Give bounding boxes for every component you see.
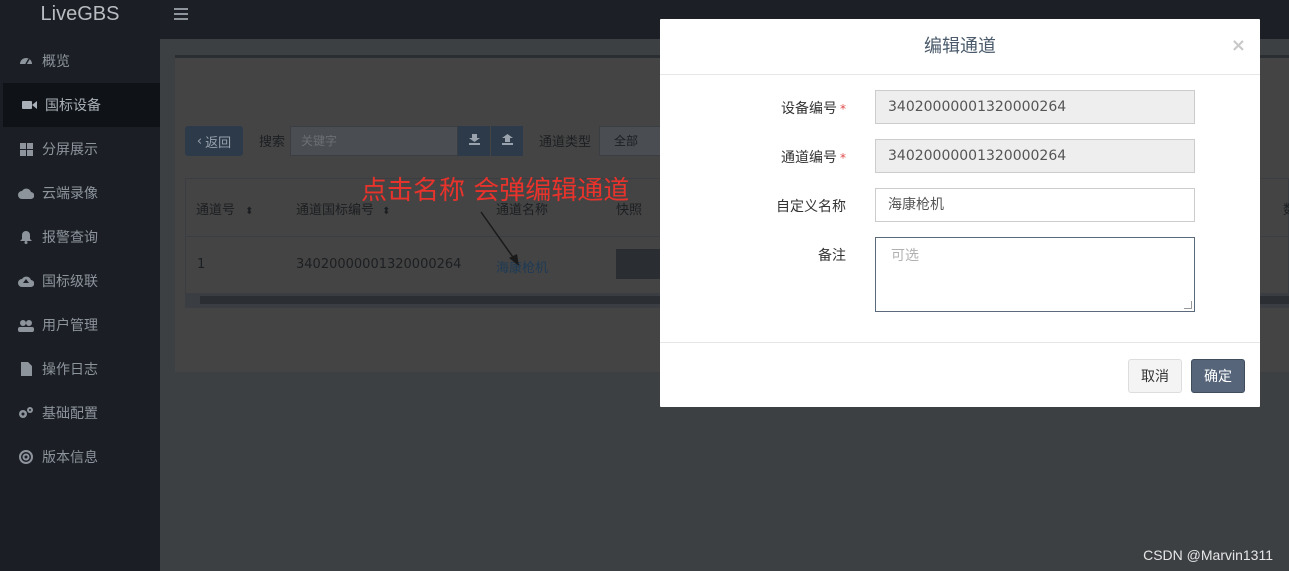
- resize-handle-icon[interactable]: [1184, 301, 1192, 309]
- device-id-label: 设备编号 *: [781, 101, 846, 117]
- watermark: CSDN @Marvin1311: [1143, 547, 1273, 563]
- sidebar-item-cloud-recording[interactable]: 云端录像: [0, 171, 160, 215]
- grid-icon: [18, 141, 34, 157]
- device-id-field: 34020000001320000264: [875, 90, 1195, 124]
- users-icon: [18, 317, 34, 333]
- sidebar-item-label: 云端录像: [42, 186, 98, 202]
- back-button[interactable]: ‹ 返回: [185, 126, 243, 156]
- confirm-button[interactable]: 确定: [1191, 359, 1245, 393]
- channel-type-select[interactable]: 全部: [599, 126, 669, 156]
- sidebar-item-version-info[interactable]: 版本信息: [0, 435, 160, 479]
- sidebar-item-label: 操作日志: [42, 362, 98, 378]
- sort-icon: ⬍: [245, 206, 254, 217]
- channel-id-label: 通道编号 *: [781, 150, 846, 166]
- brand-logo[interactable]: LiveGBS: [0, 0, 160, 39]
- modal-header: 编辑通道 ×: [660, 19, 1260, 75]
- sidebar-item-label: 国标级联: [42, 274, 98, 290]
- search-label: 搜索: [259, 135, 286, 150]
- channel-id-field: 34020000001320000264: [875, 139, 1195, 173]
- remark-label: 备注: [818, 248, 846, 264]
- annotation-arrow-icon: [480, 211, 519, 266]
- remark-row: 备注 可选: [660, 237, 1260, 312]
- sidebar-item-label: 分屏展示: [42, 142, 98, 158]
- sidebar-item-alarm-query[interactable]: 报警查询: [0, 215, 160, 259]
- sidebar-item-label: 版本信息: [42, 450, 98, 466]
- sidebar-item-gb-devices[interactable]: 国标设备: [0, 83, 160, 127]
- sidebar-item-gb-cascade[interactable]: 国标级联: [0, 259, 160, 303]
- column-header-partial: 数: [1283, 199, 1289, 218]
- cloud-upload-icon: [18, 273, 34, 289]
- modal-footer: 取消 确定: [660, 342, 1260, 407]
- annotation-text: 点击名称 会弹编辑通道: [361, 176, 630, 206]
- sidebar-item-label: 国标设备: [45, 98, 101, 114]
- sort-icon: ⬍: [382, 206, 391, 217]
- sidebar-item-label: 概览: [42, 54, 70, 70]
- file-icon: [18, 361, 34, 377]
- sidebar: LiveGBS 概览 国标设备 分屏展示 云端录像 报警查询 国标级联 用户管理…: [0, 0, 160, 571]
- custom-name-label: 自定义名称: [776, 199, 846, 215]
- life-ring-icon: [18, 449, 34, 465]
- sidebar-item-label: 用户管理: [42, 318, 98, 334]
- column-header-channel-no[interactable]: 通道号 ⬍: [196, 199, 254, 218]
- sidebar-item-overview[interactable]: 概览: [0, 39, 160, 83]
- cell-gb-id: 34020000001320000264: [296, 257, 462, 272]
- snapshot-thumbnail[interactable]: [616, 249, 662, 279]
- close-icon[interactable]: ×: [1231, 18, 1246, 74]
- edit-channel-modal: 编辑通道 × 设备编号 * 34020000001320000264 通道编号 * …: [660, 19, 1260, 407]
- bell-icon: [18, 229, 34, 245]
- menu-toggle-icon[interactable]: [174, 8, 188, 20]
- upload-button[interactable]: [491, 126, 523, 156]
- cell-channel-no: 1: [197, 257, 206, 272]
- download-button[interactable]: [458, 126, 490, 156]
- sidebar-item-label: 基础配置: [42, 406, 98, 422]
- sidebar-item-label: 报警查询: [42, 230, 98, 246]
- cloud-icon: [18, 185, 34, 201]
- modal-title: 编辑通道: [924, 36, 996, 57]
- search-input[interactable]: 关键字: [290, 126, 458, 156]
- video-camera-icon: [21, 97, 37, 113]
- channel-type-label: 通道类型: [539, 135, 592, 150]
- gears-icon: [18, 405, 34, 421]
- download-icon: [468, 133, 480, 149]
- remark-textarea[interactable]: 可选: [875, 237, 1195, 312]
- chevron-left-icon: ‹: [196, 133, 203, 149]
- custom-name-row: 自定义名称 海康枪机: [660, 188, 1260, 222]
- sidebar-item-basic-config[interactable]: 基础配置: [0, 391, 160, 435]
- cancel-button[interactable]: 取消: [1128, 359, 1182, 393]
- sidebar-item-user-management[interactable]: 用户管理: [0, 303, 160, 347]
- sidebar-item-split-screen[interactable]: 分屏展示: [0, 127, 160, 171]
- device-id-row: 设备编号 * 34020000001320000264: [660, 90, 1260, 124]
- sidebar-item-operation-log[interactable]: 操作日志: [0, 347, 160, 391]
- upload-icon: [501, 133, 513, 149]
- custom-name-field[interactable]: 海康枪机: [875, 188, 1195, 222]
- dashboard-icon: [18, 53, 34, 69]
- channel-id-row: 通道编号 * 34020000001320000264: [660, 139, 1260, 173]
